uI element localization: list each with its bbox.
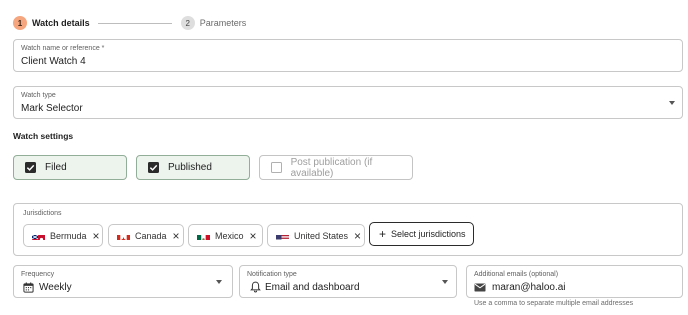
chevron-down-icon[interactable] (216, 280, 222, 284)
plus-icon: + (379, 227, 387, 241)
chip-label: United States (294, 230, 349, 241)
stepper-connector (97, 22, 172, 24)
step-2-label[interactable]: Parameters (200, 18, 247, 28)
published-label: Published (168, 162, 212, 173)
select-jurisdictions-button[interactable]: + Select jurisdictions (369, 222, 474, 246)
jurisdiction-chip-united-states[interactable]: United States × (267, 224, 365, 247)
step-2-number: 2 (180, 16, 195, 30)
filed-label: Filed (45, 162, 67, 173)
watch-type-value: Mark Selector (21, 103, 83, 114)
notification-type-value: Email and dashboard (265, 282, 360, 293)
published-toggle[interactable]: Published (136, 155, 250, 180)
bell-icon (249, 280, 261, 293)
post-publication-toggle[interactable]: Post publication (if available) (259, 155, 413, 180)
chip-label: Canada (135, 230, 167, 241)
additional-emails-input[interactable]: maran@haloo.ai (492, 282, 566, 293)
remove-chip-icon[interactable]: × (250, 230, 257, 242)
chevron-down-icon[interactable] (442, 280, 448, 284)
checkbox-checked-icon[interactable] (148, 162, 159, 173)
step-1-number: 1 (13, 16, 27, 30)
filed-toggle[interactable]: Filed (13, 155, 127, 180)
calendar-icon (22, 281, 34, 293)
mexico-flag-icon (197, 231, 210, 240)
bermuda-flag-icon (32, 231, 45, 240)
watch-name-field[interactable]: Watch name or reference * Client Watch 4 (13, 39, 683, 72)
notification-type-select[interactable]: Notification type Email and dashboard (239, 265, 457, 298)
jurisdiction-chip-mexico[interactable]: Mexico × (188, 224, 263, 247)
canada-flag-icon (117, 231, 130, 240)
chevron-down-icon[interactable] (669, 101, 675, 105)
frequency-select[interactable]: Frequency Weekly (13, 265, 233, 298)
chip-label: Mexico (215, 230, 244, 241)
watch-name-input[interactable]: Client Watch 4 (21, 56, 86, 67)
frequency-value: Weekly (39, 282, 72, 293)
jurisdictions-label: Jurisdictions (23, 210, 62, 217)
chip-label: Bermuda (50, 230, 87, 241)
us-flag-icon (276, 231, 289, 240)
checkbox-checked-icon[interactable] (25, 162, 36, 173)
watch-type-label: Watch type (21, 92, 56, 99)
select-jurisdictions-label: Select jurisdictions (391, 229, 466, 239)
watch-settings-title: Watch settings (13, 131, 74, 141)
notification-type-label: Notification type (247, 271, 297, 278)
remove-chip-icon[interactable]: × (93, 230, 100, 242)
additional-emails-helper-text: Use a comma to separate multiple email a… (474, 300, 634, 307)
frequency-label: Frequency (21, 271, 55, 278)
additional-emails-field[interactable]: Additional emails (optional) maran@haloo… (466, 265, 683, 298)
checkbox-unchecked-icon[interactable] (271, 162, 282, 173)
post-publication-label: Post publication (if available) (290, 156, 373, 179)
remove-chip-icon[interactable]: × (354, 230, 361, 242)
watch-type-select[interactable]: Watch type Mark Selector (13, 86, 683, 119)
additional-emails-label: Additional emails (optional) (474, 271, 559, 278)
remove-chip-icon[interactable]: × (173, 230, 180, 242)
jurisdiction-chip-canada[interactable]: Canada × (108, 224, 184, 247)
mail-icon (474, 282, 486, 292)
watch-name-label: Watch name or reference * (21, 45, 105, 52)
stepper: 1 Watch details 2 Parameters (13, 15, 246, 31)
step-1-label[interactable]: Watch details (32, 18, 90, 28)
jurisdiction-chip-bermuda[interactable]: Bermuda × (23, 224, 103, 247)
